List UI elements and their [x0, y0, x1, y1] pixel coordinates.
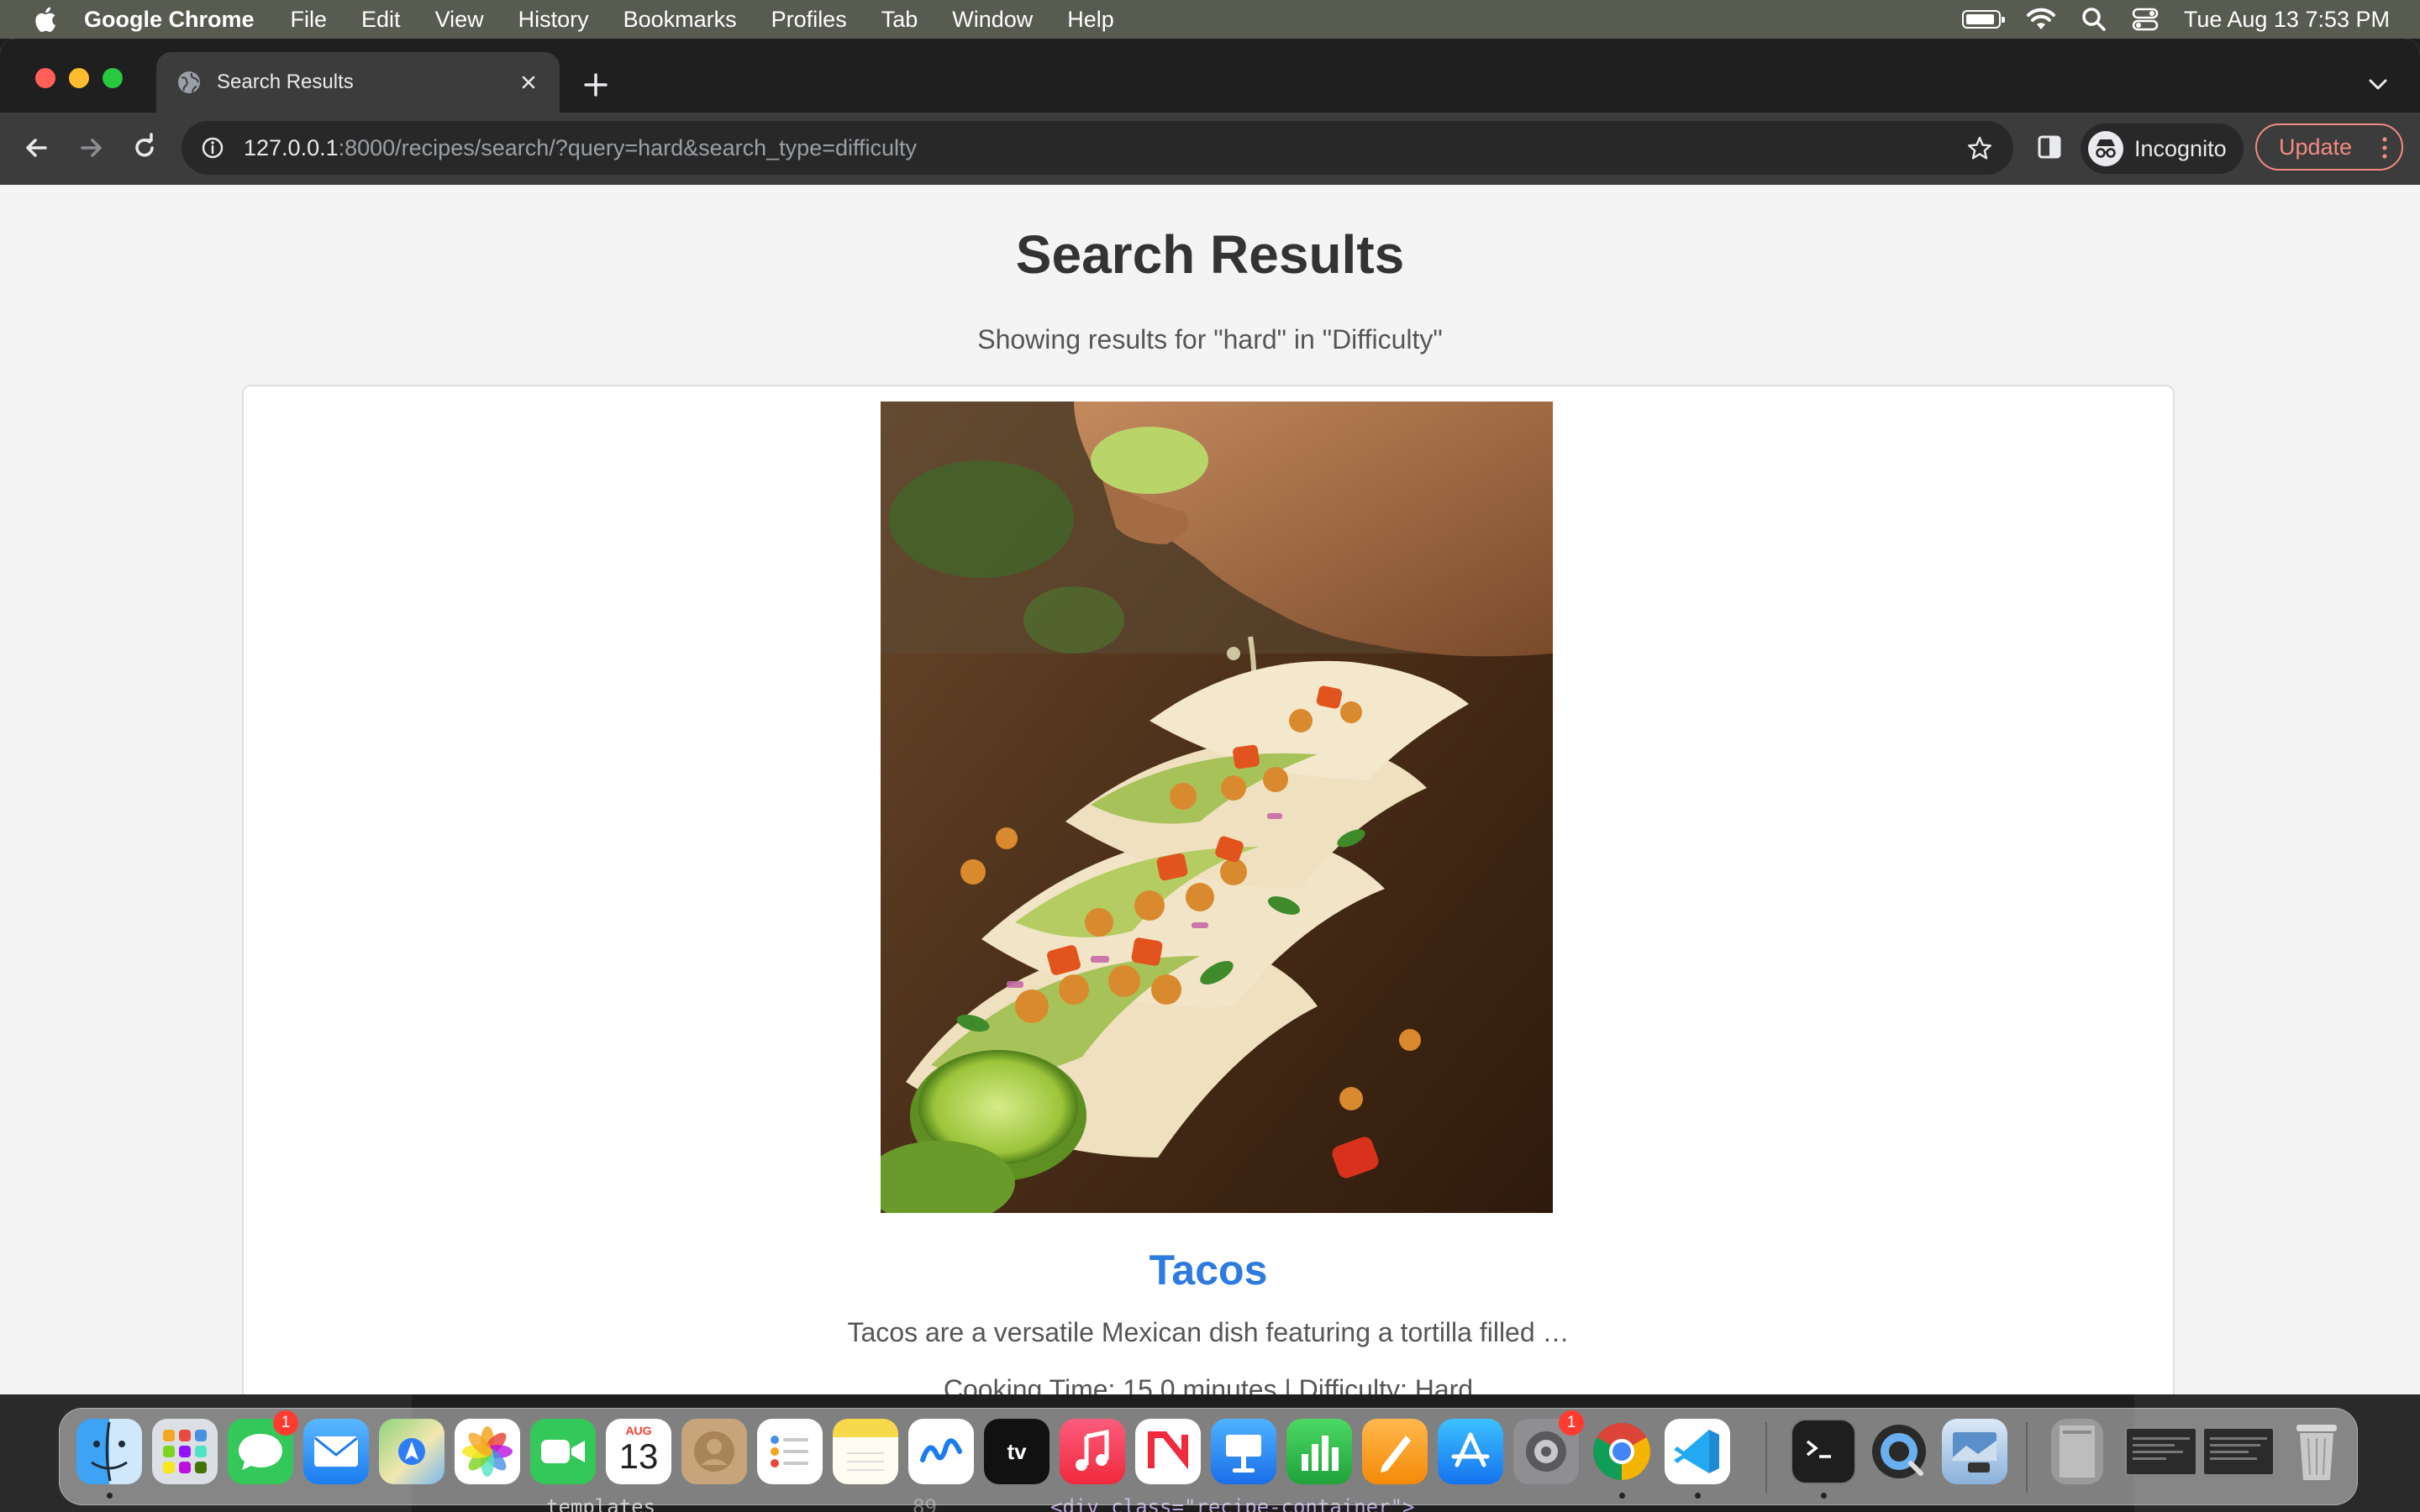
update-chrome-button[interactable]: Update [2255, 123, 2403, 171]
recipe-description: Tacos are a versatile Mexican dish featu… [847, 1317, 1570, 1347]
menu-bookmarks[interactable]: Bookmarks [623, 7, 737, 33]
address-bar[interactable]: 127.0.0.1:8000/recipes/search/?query=har… [182, 121, 2013, 175]
notes-icon[interactable] [833, 1419, 898, 1484]
menu-edit[interactable]: Edit [361, 7, 401, 33]
messages-badge: 1 [273, 1410, 298, 1436]
tab-search-chevron-icon[interactable] [2366, 74, 2390, 94]
new-tab-icon[interactable] [581, 71, 610, 99]
incognito-label: Incognito [2134, 135, 2227, 161]
calendar-month: AUG [625, 1424, 652, 1437]
chrome-running-dot [1619, 1493, 1625, 1499]
preview-icon[interactable] [1942, 1419, 2007, 1484]
maps-icon[interactable] [379, 1419, 445, 1484]
recipe-card: Tacos Tacos are a versatile Mexican dish… [242, 385, 2175, 1403]
facetime-icon[interactable] [530, 1419, 596, 1484]
web-page: Search Results Showing results for "hard… [0, 185, 2420, 1403]
apple-tv-label: tv [1007, 1438, 1027, 1464]
menu-bar-status-area: Tue Aug 13 7:53 PM [1937, 0, 2390, 39]
calendar-day: 13 [618, 1436, 659, 1476]
browser-toolbar: 127.0.0.1:8000/recipes/search/?query=har… [0, 113, 2420, 185]
menu-view[interactable]: View [435, 7, 484, 33]
downloads-stack-icon[interactable] [2051, 1419, 2103, 1484]
app-store-icon[interactable] [1438, 1419, 1503, 1484]
tab-strip: Search Results [0, 39, 2420, 113]
terminal-running-dot [1821, 1493, 1827, 1499]
minimized-window-2[interactable] [2202, 1427, 2275, 1476]
vscode-running-dot [1695, 1493, 1701, 1499]
menu-profiles[interactable]: Profiles [771, 7, 847, 33]
url-host: 127.0.0.1 [244, 134, 339, 160]
site-info-icon[interactable] [200, 135, 225, 160]
incognito-profile-button[interactable]: Incognito [2081, 123, 2244, 174]
menu-bar: Google Chrome File Edit View History Boo… [0, 0, 2420, 39]
recipe-image[interactable] [881, 402, 1553, 1213]
news-icon[interactable] [1135, 1419, 1201, 1484]
side-panel-icon[interactable] [2037, 134, 2062, 160]
dock-separator [1765, 1422, 1767, 1493]
apple-tv-icon[interactable]: tv [984, 1419, 1050, 1484]
url-text[interactable]: 127.0.0.1:8000/recipes/search/?query=har… [244, 135, 917, 161]
dock-separator-2 [2026, 1422, 2028, 1493]
tab-title: Search Results [217, 71, 354, 93]
keynote-icon[interactable] [1211, 1419, 1276, 1484]
finder-running-dot [107, 1493, 113, 1499]
incognito-icon [2088, 131, 2123, 166]
mail-icon[interactable] [303, 1419, 369, 1484]
calendar-icon[interactable]: AUG 13 [606, 1419, 671, 1484]
contacts-icon[interactable] [681, 1419, 747, 1484]
recipe-name-link[interactable]: Tacos [244, 1247, 2173, 1294]
results-summary: Showing results for "hard" in "Difficult… [977, 324, 1443, 354]
numbers-icon[interactable] [1286, 1419, 1352, 1484]
control-center-icon[interactable] [2132, 7, 2159, 32]
spotlight-search-icon[interactable] [2081, 7, 2107, 32]
launchpad-icon[interactable] [152, 1419, 218, 1484]
battery-icon[interactable] [1961, 10, 2005, 29]
window-close-button[interactable] [35, 68, 55, 88]
vscode-icon[interactable] [1665, 1419, 1730, 1484]
reminders-icon[interactable] [757, 1419, 823, 1484]
minimized-window-1[interactable] [2125, 1427, 2197, 1476]
page-title: Search Results [1015, 224, 1405, 285]
photos-icon[interactable] [455, 1419, 520, 1484]
menu-bar-clock[interactable]: Tue Aug 13 7:53 PM [2184, 7, 2390, 33]
more-menu-icon[interactable] [2378, 135, 2391, 160]
tab-search-results[interactable]: Search Results [156, 52, 560, 113]
terminal-icon[interactable] [1791, 1419, 1856, 1484]
tacos-photo [881, 402, 1553, 1213]
pages-icon[interactable] [1362, 1419, 1428, 1484]
globe-icon [178, 71, 200, 93]
browser-window: Search Results 127.0.0.1:8000/recipes/se… [0, 39, 2420, 1403]
finder-icon[interactable] [76, 1419, 142, 1484]
wifi-icon[interactable] [2026, 8, 2056, 31]
menu-window[interactable]: Window [952, 7, 1033, 33]
quicktime-icon[interactable] [1866, 1419, 1932, 1484]
apple-logo-icon[interactable] [32, 5, 57, 34]
forward-icon[interactable] [74, 131, 108, 165]
close-tab-icon[interactable] [516, 70, 541, 95]
window-minimize-button[interactable] [69, 68, 89, 88]
reload-icon[interactable] [128, 131, 161, 165]
music-icon[interactable] [1060, 1419, 1125, 1484]
trash-icon[interactable] [2288, 1419, 2345, 1484]
back-icon[interactable] [20, 131, 54, 165]
bookmark-star-icon[interactable] [1966, 135, 1993, 162]
menu-app-name[interactable]: Google Chrome [84, 7, 255, 33]
menu-history[interactable]: History [518, 7, 589, 33]
settings-badge: 1 [1559, 1410, 1584, 1436]
menu-file[interactable]: File [291, 7, 328, 33]
freeform-icon[interactable] [908, 1419, 974, 1484]
dock: 1 AUG 13 tv 1 [59, 1408, 2358, 1505]
google-chrome-icon[interactable] [1589, 1419, 1655, 1484]
menu-tab[interactable]: Tab [881, 7, 918, 33]
menu-help[interactable]: Help [1067, 7, 1114, 33]
url-path: :8000/recipes/search/?query=hard&search_… [338, 134, 918, 160]
update-label: Update [2279, 134, 2353, 160]
window-zoom-button[interactable] [103, 68, 123, 88]
